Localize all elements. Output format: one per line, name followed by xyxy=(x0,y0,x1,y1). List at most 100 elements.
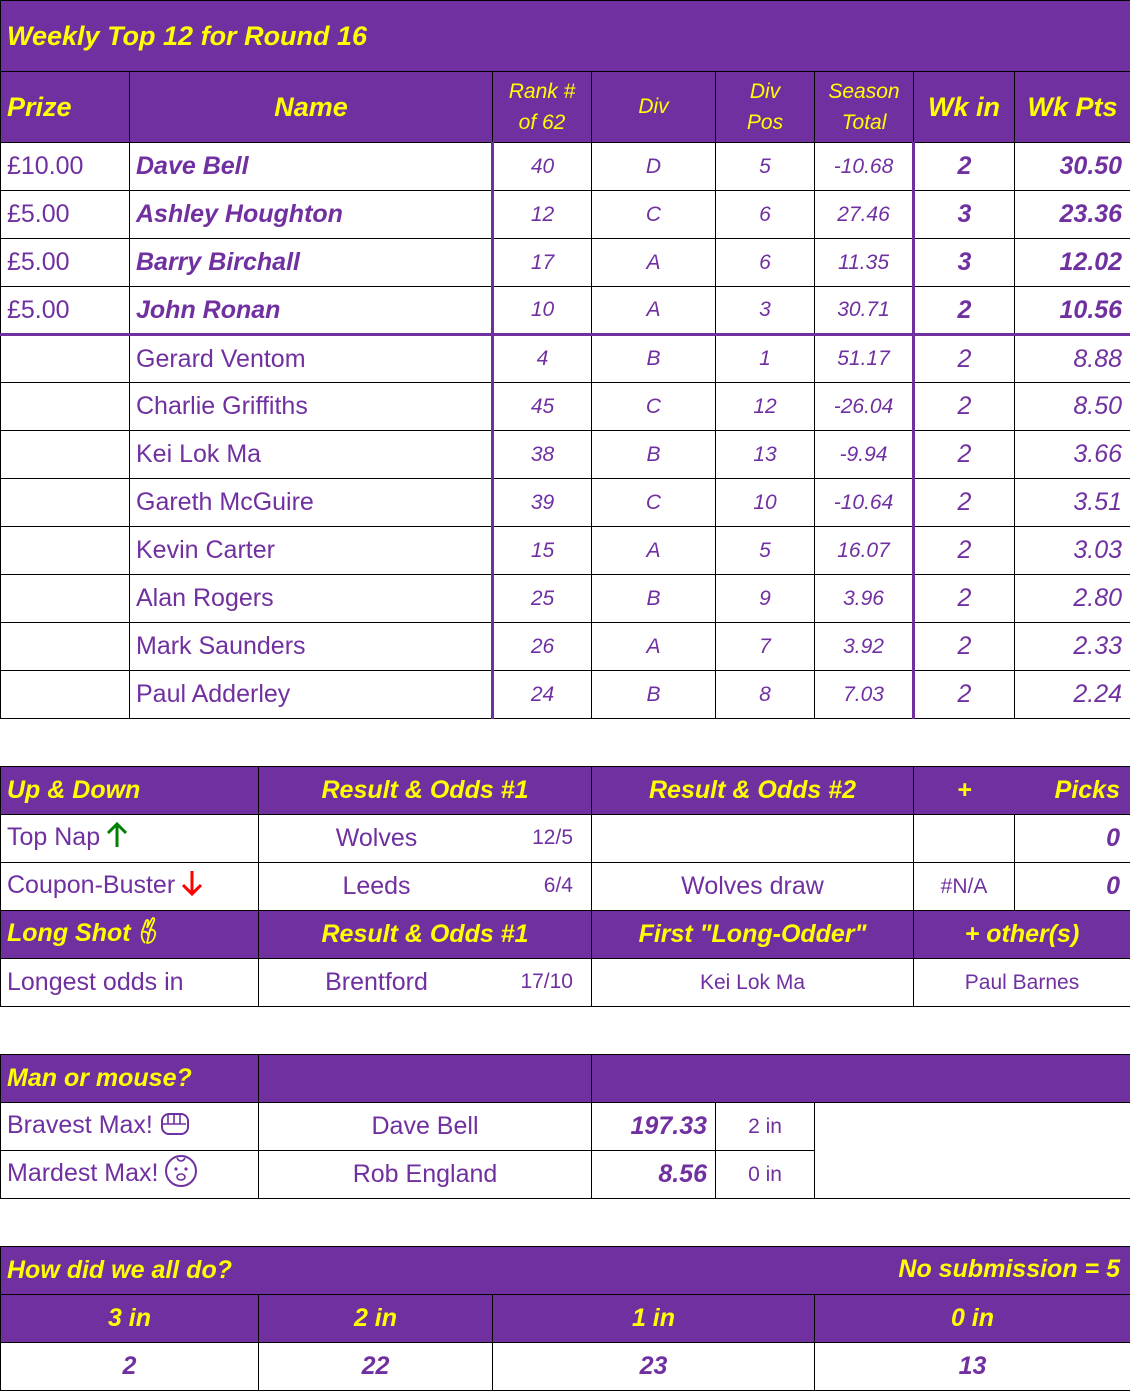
longshot-odds1: 17/10 xyxy=(520,969,573,993)
table-row: £5.00 John Ronan 10 A 3 30.71 2 10.56 xyxy=(0,286,1130,336)
updown-header-plus: + xyxy=(913,766,1015,815)
table-row: Kei Lok Ma 38 B 13 -9.94 2 3.66 xyxy=(0,430,1130,479)
season-cell: -10.68 xyxy=(814,142,915,191)
divpos-cell: 9 xyxy=(715,574,815,623)
mom-table: Man or mouse? Bravest Max! Dave Bell 197… xyxy=(0,1054,1130,1199)
prize-cell xyxy=(0,526,130,575)
mom-blank-area xyxy=(813,1102,1130,1199)
wkpts-cell: 30.50 xyxy=(1013,142,1130,191)
rank-cell: 40 xyxy=(491,142,592,191)
longshot-first: Kei Lok Ma xyxy=(591,958,914,1007)
div-cell: A xyxy=(591,526,716,575)
divpos-cell: 10 xyxy=(715,478,815,527)
season-cell: 16.07 xyxy=(814,526,915,575)
wkpts-cell: 3.03 xyxy=(1013,526,1130,575)
div-cell: B xyxy=(591,430,716,479)
divpos-cell: 5 xyxy=(715,142,815,191)
summary-table: How did we all do? No submission = 5 3 i… xyxy=(0,1246,1130,1391)
wkin-cell: 3 xyxy=(913,238,1015,287)
name-cell: Kei Lok Ma xyxy=(129,430,493,479)
header-divpos-line2: Pos xyxy=(746,111,784,134)
longshot-result1-cell: Brentford 17/10 xyxy=(258,958,592,1007)
baby-face-icon xyxy=(164,1154,198,1195)
season-cell: 51.17 xyxy=(814,334,915,383)
mardest-label-cell: Mardest Max! xyxy=(0,1150,259,1199)
wkpts-cell: 8.88 xyxy=(1013,334,1130,383)
updown-header-picks: Picks xyxy=(1014,766,1130,815)
rank-cell: 45 xyxy=(491,382,592,431)
table-row: Gerard Ventom 4 B 1 51.17 2 8.88 xyxy=(0,334,1130,383)
rank-cell: 26 xyxy=(491,622,592,671)
wkpts-cell: 8.50 xyxy=(1013,382,1130,431)
updown-header-result2: Result & Odds #2 xyxy=(591,766,914,815)
header-prize: Prize xyxy=(0,71,130,143)
up-arrow-icon xyxy=(106,821,128,855)
couponbuster-team1: Leeds xyxy=(342,871,411,900)
season-cell: 27.46 xyxy=(814,190,915,239)
bravest-label: Bravest Max! xyxy=(7,1111,153,1140)
longshot-label: Longest odds in xyxy=(0,958,259,1007)
couponbuster-result1-cell: Leeds 6/4 xyxy=(258,862,592,911)
summary-header-0in: 0 in xyxy=(814,1294,1130,1343)
summary-value-2in: 22 xyxy=(258,1342,493,1391)
wkpts-cell: 3.51 xyxy=(1013,478,1130,527)
couponbuster-odds1: 6/4 xyxy=(543,873,573,897)
updown-row-topnap: Top Nap Wolves 12/5 0 xyxy=(0,814,1130,863)
season-cell: 3.96 xyxy=(814,574,915,623)
name-cell: Ashley Houghton xyxy=(129,190,493,239)
summary-header-1in: 1 in xyxy=(492,1294,815,1343)
longshot-team1: Brentford xyxy=(325,967,428,996)
div-cell: C xyxy=(591,478,716,527)
mardest-name: Rob England xyxy=(258,1150,592,1199)
topnap-result2 xyxy=(591,814,914,863)
name-cell: Dave Bell xyxy=(129,142,493,191)
mom-header-blank-1 xyxy=(258,1054,592,1103)
season-cell: 11.35 xyxy=(814,238,915,287)
name-cell: Gareth McGuire xyxy=(129,478,493,527)
name-cell: Alan Rogers xyxy=(129,574,493,623)
couponbuster-result2: Wolves draw xyxy=(591,862,914,911)
divpos-cell: 8 xyxy=(715,670,815,719)
top12-title: Weekly Top 12 for Round 16 xyxy=(0,0,1130,72)
down-arrow-icon xyxy=(181,870,203,903)
couponbuster-label-cell: Coupon-Buster xyxy=(0,862,259,911)
summary-section: How did we all do? No submission = 5 3 i… xyxy=(0,1246,1130,1391)
divpos-cell: 13 xyxy=(715,430,815,479)
mardest-label: Mardest Max! xyxy=(7,1159,159,1188)
prize-cell: £5.00 xyxy=(0,286,130,336)
updown-row-couponbuster: Coupon-Buster Leeds 6/4 Wolves draw #N/A… xyxy=(0,862,1130,911)
wkin-cell: 2 xyxy=(913,382,1015,431)
fist-icon xyxy=(159,1108,193,1145)
bravest-score: 197.33 xyxy=(591,1102,716,1151)
wkin-cell: 2 xyxy=(913,526,1015,575)
table-row: Mark Saunders 26 A 7 3.92 2 2.33 xyxy=(0,622,1130,671)
wkpts-cell: 3.66 xyxy=(1013,430,1130,479)
table-row: Kevin Carter 15 A 5 16.07 2 3.03 xyxy=(0,526,1130,575)
rank-cell: 24 xyxy=(491,670,592,719)
header-wkpts: Wk Pts xyxy=(1013,71,1130,143)
season-cell: -26.04 xyxy=(814,382,915,431)
prize-cell xyxy=(0,478,130,527)
prize-cell xyxy=(0,622,130,671)
header-rank-line1: Rank # xyxy=(508,80,576,103)
prize-cell: £10.00 xyxy=(0,142,130,191)
wkpts-cell: 12.02 xyxy=(1013,238,1130,287)
summary-title-cell: How did we all do? No submission = 5 xyxy=(0,1246,1130,1295)
header-season-line2: Total xyxy=(841,111,887,134)
table-row: Charlie Griffiths 45 C 12 -26.04 2 8.50 xyxy=(0,382,1130,431)
prize-cell xyxy=(0,430,130,479)
table-row: Alan Rogers 25 B 9 3.96 2 2.80 xyxy=(0,574,1130,623)
longshot-header-cell: Long Shot xyxy=(0,910,259,959)
name-cell: Charlie Griffiths xyxy=(129,382,493,431)
summary-header-2in: 2 in xyxy=(258,1294,493,1343)
div-cell: D xyxy=(591,142,716,191)
header-rank-line2: of 62 xyxy=(518,111,566,134)
couponbuster-picks: 0 xyxy=(1014,862,1130,911)
season-cell: 7.03 xyxy=(814,670,915,719)
header-wkin: Wk in xyxy=(913,71,1015,143)
table-row: £5.00 Ashley Houghton 12 C 6 27.46 3 23.36 xyxy=(0,190,1130,239)
div-cell: C xyxy=(591,382,716,431)
rank-cell: 12 xyxy=(491,190,592,239)
summary-header-3in: 3 in xyxy=(0,1294,259,1343)
topnap-team1: Wolves xyxy=(335,823,418,852)
